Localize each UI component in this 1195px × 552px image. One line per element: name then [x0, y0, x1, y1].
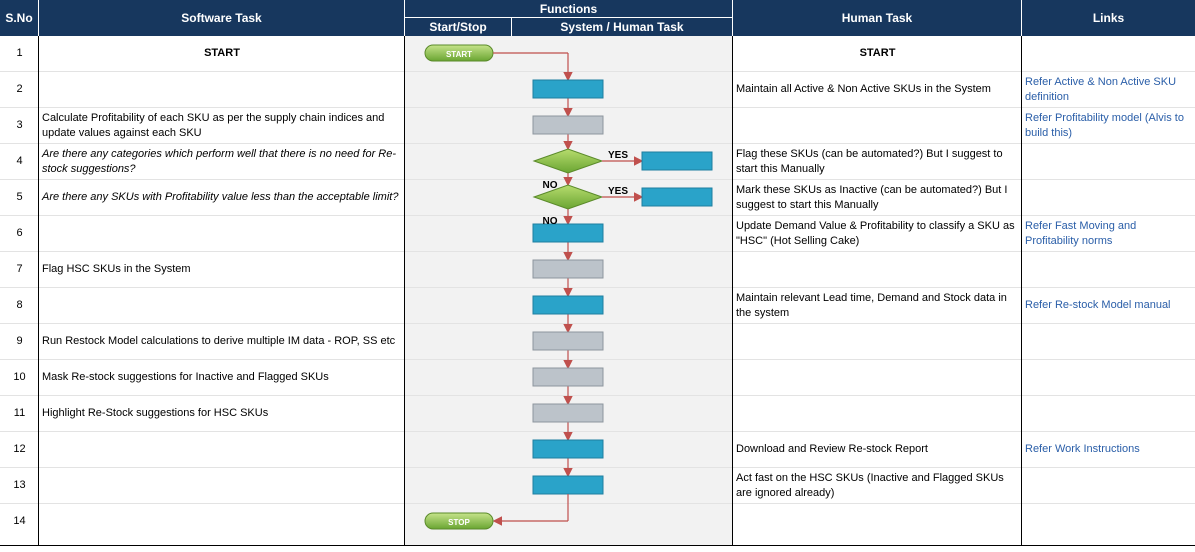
stop-label: STOP — [448, 518, 470, 527]
flowchart: STARTYESNOYESNOSTOP — [424, 44, 713, 530]
yes-label: YES — [608, 186, 628, 197]
human-task-box — [532, 439, 604, 459]
human-task-box — [532, 79, 604, 99]
no-label: NO — [543, 216, 558, 227]
human-task-box — [532, 295, 604, 315]
yes-label: YES — [608, 150, 628, 161]
human-task-box — [641, 187, 713, 207]
decision-diamond — [532, 148, 604, 174]
system-task-box — [532, 403, 604, 423]
system-task-box — [532, 331, 604, 351]
start-label: START — [446, 50, 472, 59]
system-task-box — [532, 115, 604, 135]
human-task-box — [532, 475, 604, 495]
system-task-box — [532, 259, 604, 279]
human-task-box — [641, 151, 713, 171]
system-task-box — [532, 367, 604, 387]
